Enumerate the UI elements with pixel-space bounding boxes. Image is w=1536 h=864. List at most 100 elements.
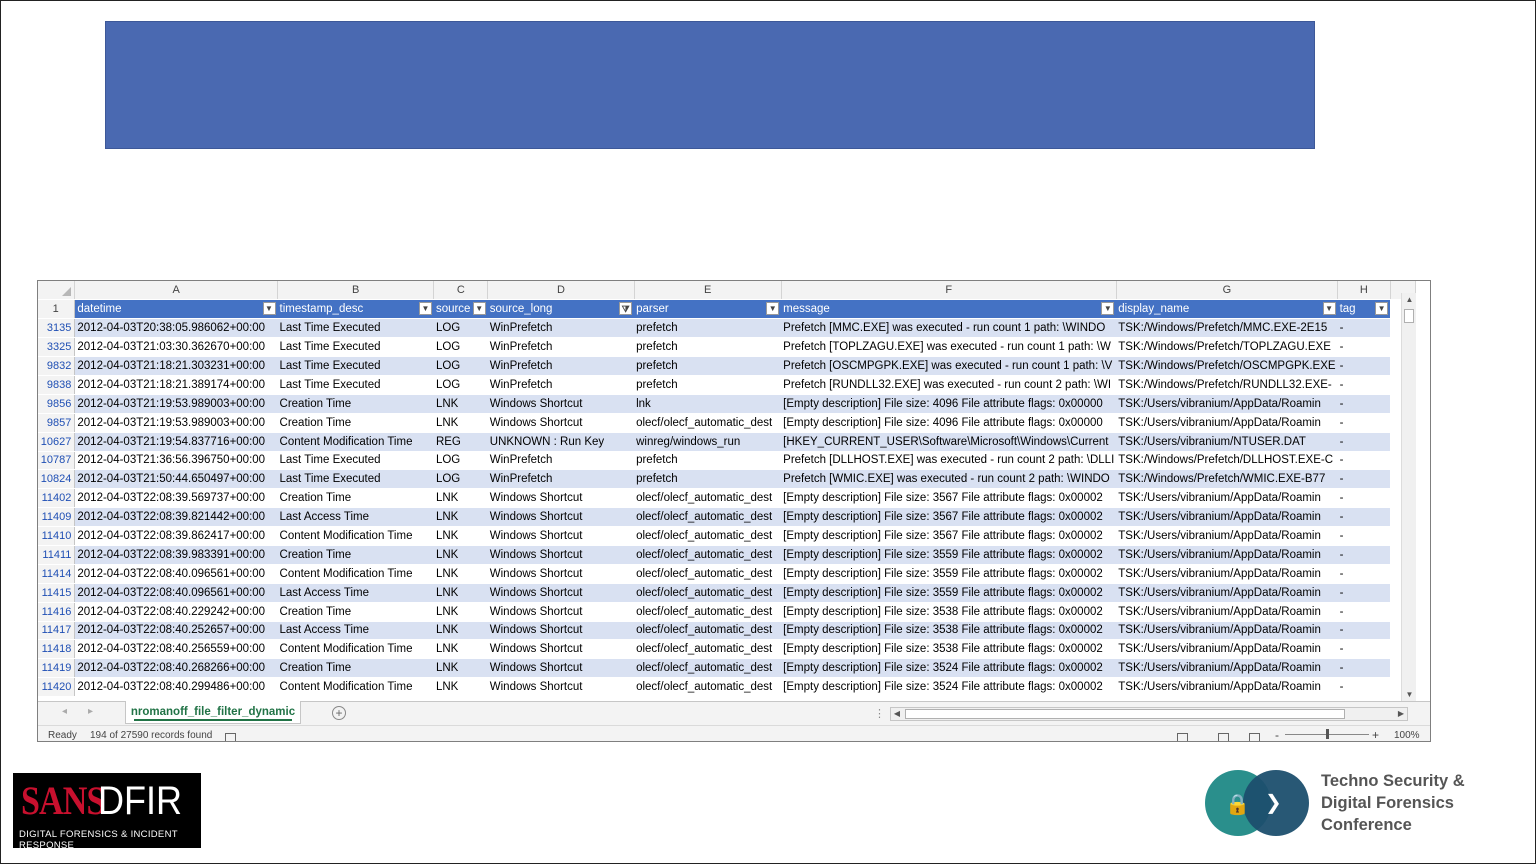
cell-display-name[interactable]: TSK:/Windows/Prefetch/TOPLZAGU.EXE [1116,337,1338,358]
cell-display-name[interactable]: TSK:/Windows/Prefetch/OSCMPGPK.EXE [1116,356,1338,376]
scroll-up-icon[interactable]: ▲ [1404,294,1415,305]
field-header-source-long[interactable]: source_long ⧩ [487,299,635,320]
cell-source-long[interactable]: Windows Shortcut [487,507,635,528]
cell-tag[interactable]: - [1337,658,1391,679]
cell-source[interactable]: LNK [433,602,488,622]
cell-message[interactable]: [Empty description] File size: 3559 File… [781,564,1117,584]
cell-display-name[interactable]: TSK:/Users/vibranium/AppData/Roamin [1116,488,1338,509]
cell-source[interactable]: LNK [433,413,488,433]
cell-message[interactable]: Prefetch [TOPLZAGU.EXE] was executed - r… [781,337,1117,358]
column-header-b[interactable]: B [277,281,435,301]
cell-datetime[interactable]: 2012-04-03T21:50:44.650497+00:00 [74,469,278,490]
cell-message[interactable]: [Empty description] File size: 3538 File… [781,621,1117,641]
cell-source-long[interactable]: Windows Shortcut [487,488,635,509]
row-number[interactable]: 11417 [38,621,76,641]
cell-timestamp-desc[interactable]: Creation Time [277,602,434,622]
cell-parser[interactable]: lnk [634,394,782,414]
cell-message[interactable]: Prefetch [OSCMPGPK.EXE] was executed - r… [781,356,1117,376]
cell-source[interactable]: LNK [433,507,488,528]
cell-display-name[interactable]: TSK:/Users/vibranium/AppData/Roamin [1116,677,1338,698]
cell-source-long[interactable]: WinPrefetch [487,318,635,339]
cell-message[interactable]: [Empty description] File size: 4096 File… [781,413,1117,433]
cell-message[interactable]: [Empty description] File size: 3567 File… [781,526,1117,546]
cell-parser[interactable]: olecf/olecf_automatic_dest [634,564,782,584]
cell-timestamp-desc[interactable]: Content Modification Time [277,677,434,698]
column-header-e[interactable]: E [634,281,782,301]
vertical-scrollbar[interactable]: ▲ ▼ [1401,293,1416,701]
cell-tag[interactable]: - [1337,583,1391,603]
column-header-g[interactable]: G [1116,281,1339,301]
cell-parser[interactable]: winreg/windows_run [634,432,782,452]
cell-timestamp-desc[interactable]: Creation Time [277,488,434,509]
cell-parser[interactable]: prefetch [634,356,782,376]
cell-parser[interactable]: olecf/olecf_automatic_dest [634,621,782,641]
select-all-corner[interactable] [38,281,76,301]
cell-datetime[interactable]: 2012-04-03T22:08:40.252657+00:00 [74,621,278,641]
scroll-left-icon[interactable]: ◀ [891,708,903,720]
cell-source-long[interactable]: Windows Shortcut [487,526,635,546]
cell-timestamp-desc[interactable]: Creation Time [277,394,434,414]
row-number[interactable]: 11409 [38,507,76,528]
column-header-c[interactable]: C [433,281,489,301]
cell-message[interactable]: [Empty description] File size: 3524 File… [781,658,1117,679]
row-number[interactable]: 11418 [38,639,76,660]
cell-datetime[interactable]: 2012-04-03T22:08:39.569737+00:00 [74,488,278,509]
cell-display-name[interactable]: TSK:/Users/vibranium/AppData/Roamin [1116,621,1338,641]
cell-source[interactable]: LNK [433,394,488,414]
filter-dropdown-icon[interactable]: ▼ [766,302,780,316]
cell-parser[interactable]: olecf/olecf_automatic_dest [634,602,782,622]
cell-parser[interactable]: olecf/olecf_automatic_dest [634,545,782,565]
cell-source[interactable]: LNK [433,583,488,603]
cell-tag[interactable]: - [1337,526,1391,546]
row-number[interactable]: 11414 [38,564,76,584]
cell-datetime[interactable]: 2012-04-03T22:08:40.096561+00:00 [74,583,278,603]
cell-source-long[interactable]: WinPrefetch [487,375,635,395]
cell-source[interactable]: LNK [433,526,488,546]
cell-source[interactable]: LNK [433,564,488,584]
row-number[interactable]: 11411 [38,545,76,565]
cell-source[interactable]: LOG [433,451,488,471]
cell-source-long[interactable]: WinPrefetch [487,337,635,358]
cell-tag[interactable]: - [1337,469,1391,490]
cell-source[interactable]: LNK [433,545,488,565]
cell-tag[interactable]: - [1337,507,1391,528]
row-number[interactable]: 10627 [38,432,76,452]
cell-display-name[interactable]: TSK:/Users/vibranium/AppData/Roamin [1116,658,1338,679]
vertical-scroll-thumb[interactable] [1404,309,1414,323]
cell-datetime[interactable]: 2012-04-03T22:08:40.229242+00:00 [74,602,278,622]
row-number[interactable]: 10824 [38,469,76,490]
row-number[interactable]: 11402 [38,488,76,509]
cell-message[interactable]: [Empty description] File size: 3538 File… [781,639,1117,660]
cell-parser[interactable]: olecf/olecf_automatic_dest [634,488,782,509]
filter-dropdown-icon[interactable]: ▼ [1375,302,1389,316]
tab-prev-icon[interactable]: ◂ [62,706,67,717]
cell-source[interactable]: LNK [433,488,488,509]
cell-source-long[interactable]: WinPrefetch [487,451,635,471]
cell-message[interactable]: [Empty description] File size: 3567 File… [781,507,1117,528]
cell-timestamp-desc[interactable]: Content Modification Time [277,639,434,660]
cell-source-long[interactable]: Windows Shortcut [487,658,635,679]
cell-timestamp-desc[interactable]: Last Time Executed [277,337,434,358]
cell-timestamp-desc[interactable]: Content Modification Time [277,526,434,546]
row-number[interactable]: 9856 [38,394,76,414]
cell-parser[interactable]: olecf/olecf_automatic_dest [634,639,782,660]
cell-tag[interactable]: - [1337,356,1391,376]
sheet-tab-active[interactable]: nromanoff_file_filter_dynamic [125,701,301,724]
cell-timestamp-desc[interactable]: Last Time Executed [277,451,434,471]
cell-source-long[interactable]: Windows Shortcut [487,413,635,433]
filter-dropdown-icon[interactable]: ▼ [262,302,276,316]
zoom-slider-handle[interactable] [1326,729,1329,739]
cell-timestamp-desc[interactable]: Last Access Time [277,621,434,641]
field-header-display-name[interactable]: display_name ▼ [1116,299,1338,320]
cell-parser[interactable]: prefetch [634,318,782,339]
cell-timestamp-desc[interactable]: Last Time Executed [277,356,434,376]
cell-tag[interactable]: - [1337,413,1391,433]
cell-parser[interactable]: prefetch [634,451,782,471]
cell-display-name[interactable]: TSK:/Users/vibranium/AppData/Roamin [1116,639,1338,660]
cell-parser[interactable]: olecf/olecf_automatic_dest [634,507,782,528]
row-number[interactable]: 9832 [38,356,76,376]
row-number[interactable]: 3135 [38,318,76,339]
cell-parser[interactable]: olecf/olecf_automatic_dest [634,677,782,698]
cell-message[interactable]: [Empty description] File size: 3559 File… [781,545,1117,565]
cell-display-name[interactable]: TSK:/Windows/Prefetch/MMC.EXE-2E15 [1116,318,1338,339]
